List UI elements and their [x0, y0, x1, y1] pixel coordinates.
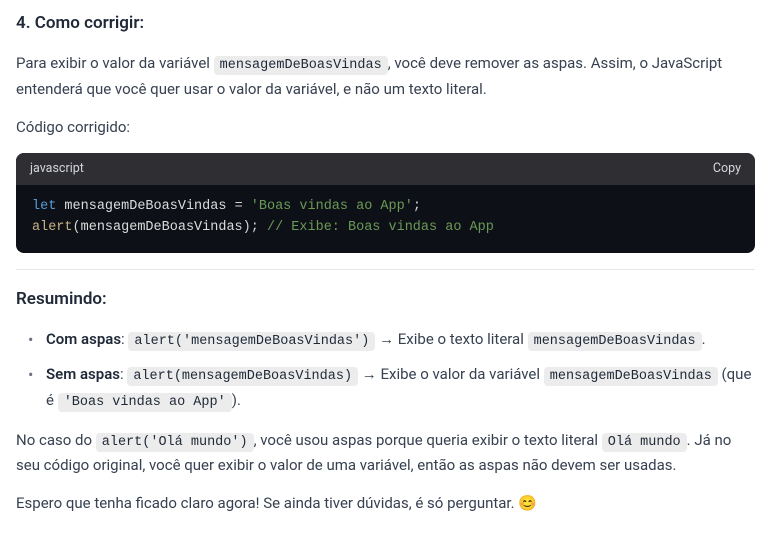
token-punct: (: [73, 220, 81, 235]
token-string: 'Boas vindas ao App': [251, 199, 413, 214]
divider: [16, 269, 755, 270]
text: ).: [232, 391, 241, 409]
token-operator: =: [235, 199, 243, 214]
token-identifier: mensagemDeBoasVindas: [64, 199, 226, 214]
section-heading-fix: 4. Como corrigir:: [16, 10, 755, 37]
list-item: Sem aspas: alert(mensagemDeBoasVindas) →…: [28, 362, 755, 413]
text: Para exibir o valor da variável: [16, 54, 214, 72]
text: → Exibe o valor da variável: [358, 365, 544, 383]
token-punct: ): [243, 220, 251, 235]
list-item: Com aspas: alert('mensagemDeBoasVindas')…: [28, 327, 755, 353]
inline-code-var: mensagemDeBoasVindas: [214, 56, 388, 75]
section-heading-summary: Resumindo:: [16, 286, 755, 313]
text: Espero que tenha ficado claro agora! Se …: [16, 494, 518, 512]
paragraph-intro: Para exibir o valor da variável mensagem…: [16, 51, 755, 101]
bullet-label: Com aspas: [46, 330, 121, 348]
text: .: [702, 330, 706, 348]
token-keyword: let: [32, 199, 56, 214]
inline-code: Olá mundo: [602, 433, 687, 452]
code-body: let mensagemDeBoasVindas = 'Boas vindas …: [16, 185, 755, 253]
code-lang-label: javascript: [30, 159, 84, 179]
token-punct: ;: [413, 199, 421, 214]
token-func: alert: [32, 220, 73, 235]
copy-button[interactable]: Copy: [713, 161, 741, 176]
code-header: javascript Copy: [16, 153, 755, 185]
bullet-label: Sem aspas: [46, 365, 120, 383]
text: No caso do: [16, 431, 96, 449]
token-comment: // Exibe: Boas vindas ao App: [267, 220, 494, 235]
text: , você usou aspas porque queria exibir o…: [254, 431, 602, 449]
code-block: javascript Copy let mensagemDeBoasVindas…: [16, 153, 755, 253]
inline-code: mensagemDeBoasVindas: [544, 367, 718, 386]
paragraph-example: No caso do alert('Olá mundo'), você usou…: [16, 428, 755, 478]
text: → Exibe o texto literal: [375, 330, 527, 348]
token-punct: ;: [251, 220, 259, 235]
smile-icon: 😊: [518, 494, 537, 512]
bullet-list: Com aspas: alert('mensagemDeBoasVindas')…: [16, 327, 755, 414]
inline-code: alert('Olá mundo'): [96, 433, 254, 452]
inline-code: mensagemDeBoasVindas: [528, 332, 702, 351]
inline-code: alert('mensagemDeBoasVindas'): [128, 332, 375, 351]
token-identifier: mensagemDeBoasVindas: [81, 220, 243, 235]
inline-code: 'Boas vindas ao App': [58, 393, 232, 412]
inline-code: alert(mensagemDeBoasVindas): [127, 367, 358, 386]
paragraph-codelabel: Código corrigido:: [16, 115, 755, 139]
paragraph-closing: Espero que tenha ficado claro agora! Se …: [16, 491, 755, 515]
